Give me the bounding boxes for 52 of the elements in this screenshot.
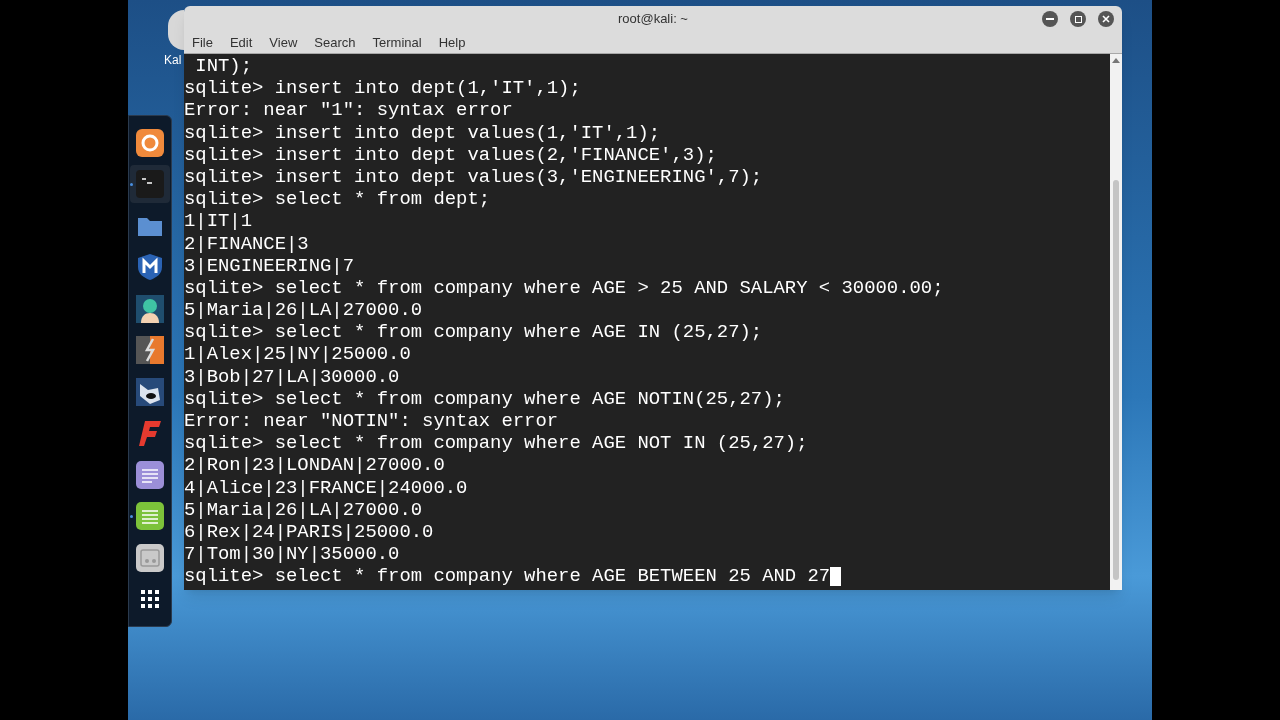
minimize-button[interactable] — [1042, 11, 1058, 27]
terminal-line: sqlite> select * from dept; — [184, 188, 491, 211]
close-icon — [1102, 15, 1110, 23]
terminal-line: sqlite> select * from company where AGE IN (25,27); — [184, 321, 763, 344]
menu-item[interactable]: View — [269, 32, 298, 53]
terminal-line: sqlite> insert into dept values(2,'FINANCE',3); — [184, 143, 717, 166]
apps-grid-icon[interactable] — [140, 589, 160, 609]
terminal-line: 2|FINANCE|3 — [184, 232, 309, 255]
terminal-line: 1|Alex|25|NY|25000.0 — [184, 343, 411, 366]
desktop-icon-label: Kal — [164, 52, 182, 69]
figure-icon[interactable] — [136, 294, 164, 323]
scrollbar[interactable] — [1110, 54, 1122, 590]
terminal-line: 3|ENGINEERING|7 — [184, 254, 355, 277]
running-indicator — [130, 183, 133, 187]
terminal-line: 5|Maria|26|LA|27000.0 — [184, 299, 423, 322]
maximize-button[interactable] — [1070, 11, 1086, 27]
terminal-line: sqlite> select * from company where AGE NOTIN(25,27); — [184, 387, 785, 410]
window-title: root@kali: ~ — [618, 10, 688, 29]
terminal-line: 7|Tom|30|NY|35000.0 — [184, 543, 400, 566]
shield-icon[interactable] — [136, 253, 164, 282]
terminal-line: 4|Alice|23|FRANCE|24000.0 — [184, 476, 468, 499]
terminal-line: Error: near "1": syntax error — [184, 99, 513, 122]
text-editor-icon[interactable] — [136, 502, 164, 531]
terminal-line: 1|IT|1 — [184, 210, 253, 233]
device-icon[interactable] — [136, 543, 164, 572]
terminal-line: sqlite> insert into dept values(1,'IT',1); — [184, 121, 661, 144]
terminal-line: INT); — [194, 55, 253, 78]
menu-item[interactable]: File — [192, 32, 213, 53]
scroll-up-icon[interactable] — [1112, 57, 1120, 63]
menu-item[interactable]: Edit — [229, 32, 253, 53]
terminal-line: sqlite> select * from company where AGE NOT IN (25,27); — [184, 432, 808, 455]
browser-icon[interactable] — [136, 129, 164, 157]
terminal-line: 3|Bob|27|LA|30000.0 — [184, 365, 400, 388]
menu-item[interactable]: Terminal — [372, 32, 422, 53]
running-indicator — [130, 515, 133, 519]
terminal-line: 5|Maria|26|LA|27000.0 — [184, 498, 423, 521]
menu-item[interactable]: Help — [438, 32, 466, 53]
notes-icon[interactable] — [136, 460, 164, 489]
scroll-thumb[interactable] — [1113, 180, 1119, 580]
terminal-line: 6|Rex|24|PARIS|25000.0 — [184, 520, 434, 544]
desktop-icon[interactable] — [168, 10, 184, 50]
terminal-line: sqlite> insert into dept values(3,'ENGINEERING',7); — [184, 165, 763, 189]
terminal-line: Error: near "NOTIN": syntax error — [184, 410, 559, 433]
flame-icon[interactable] — [136, 419, 164, 448]
terminal-line: sqlite> select * from company where AGE > 25 AND SALARY < 30000.00; — [184, 276, 944, 300]
bolt-icon[interactable] — [136, 336, 164, 365]
terminal-icon[interactable] — [136, 170, 164, 199]
terminal-line: sqlite> select * from company where AGE BETWEEN 25 AND 27 — [184, 565, 831, 588]
menu-item[interactable]: Search — [314, 32, 356, 53]
terminal-line: sqlite> insert into dept(1,'IT',1); — [184, 77, 581, 100]
close-button[interactable] — [1098, 11, 1114, 27]
terminal-line: 2|Ron|23|LONDAN|27000.0 — [184, 454, 445, 477]
